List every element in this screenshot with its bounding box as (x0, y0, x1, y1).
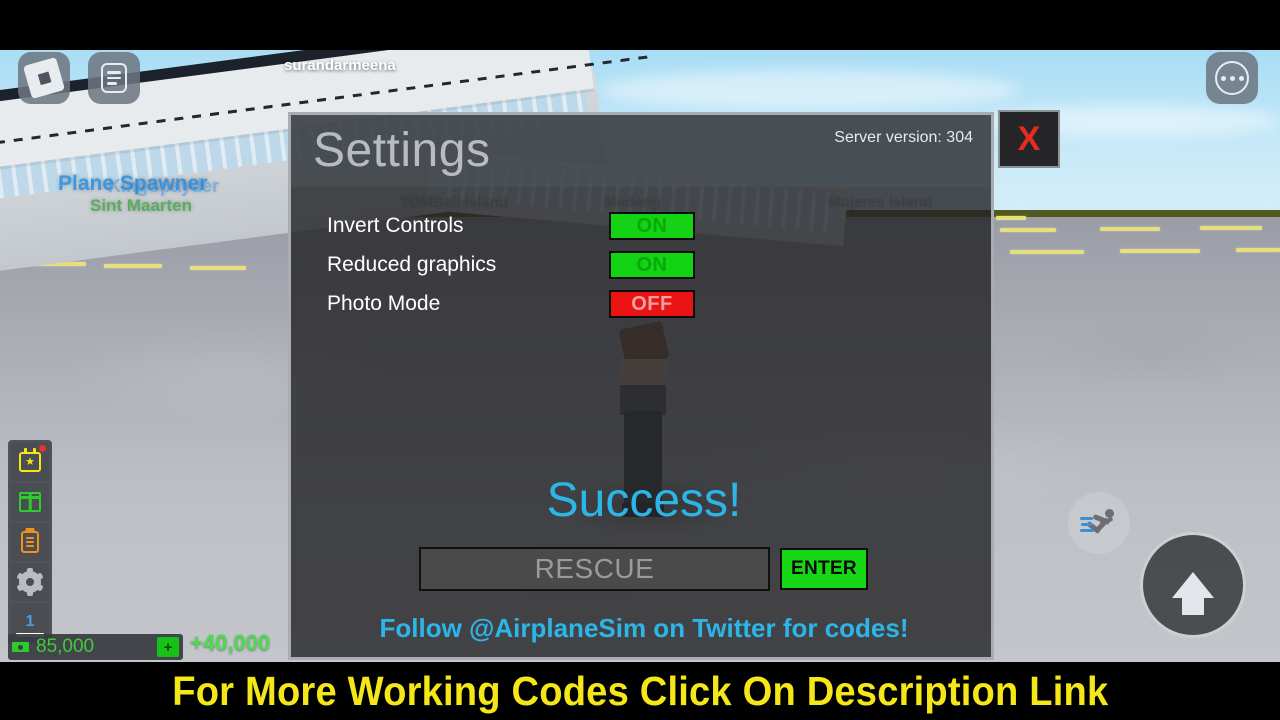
settings-row-invert-controls: Invert Controls ON (327, 207, 707, 245)
setting-label: Photo Mode (327, 292, 441, 315)
runway-marking (1236, 248, 1280, 252)
code-input-placeholder: RESCUE (534, 553, 655, 584)
settings-title: Settings (313, 124, 491, 177)
overlay-banner-text: For More Working Codes Click On Descript… (171, 667, 1109, 714)
hud-button-inventory[interactable] (11, 483, 49, 521)
code-status-message: Success! (546, 474, 742, 527)
doc-line (107, 82, 117, 85)
runway-marking (1010, 250, 1084, 254)
hud-button-missions[interactable] (11, 523, 49, 561)
doc-line (107, 71, 121, 74)
world-label-kingspayder: KingSpayder (108, 176, 220, 196)
dot (1238, 75, 1244, 81)
notification-badge (39, 445, 46, 452)
follow-twitter-text: Follow @AirplaneSim on Twitter for codes… (379, 613, 909, 643)
letterbox-top (0, 0, 1280, 50)
toggle-reduced-graphics[interactable]: ON (609, 251, 695, 279)
hud-button-daily-rewards[interactable]: ★ (11, 443, 49, 481)
clip-line (26, 545, 34, 547)
server-version-label: Server version: 304 (834, 129, 973, 146)
close-settings-button[interactable]: X (998, 110, 1060, 168)
code-input-field[interactable]: RESCUE (419, 547, 770, 591)
cloud (600, 70, 1020, 110)
cash-icon (12, 642, 29, 652)
jump-arrow-up-icon (1172, 572, 1214, 615)
roblox-logo-button[interactable] (18, 52, 70, 104)
box-vline (28, 492, 32, 512)
runway-marking (190, 266, 246, 270)
toggle-photo-mode[interactable]: OFF (609, 290, 695, 318)
player-username: surandarmeena (284, 57, 396, 74)
world-label-sint-maarten: Sint Maarten (90, 196, 193, 215)
clip-line (26, 541, 34, 543)
more-dots-icon (1215, 61, 1249, 95)
speed-line (1080, 517, 1093, 520)
chat-document-icon (101, 63, 127, 93)
more-options-button[interactable] (1206, 52, 1258, 104)
settings-rows: Invert Controls ON Reduced graphics ON P… (327, 207, 707, 324)
clipboard-icon (21, 531, 39, 553)
runway-marking (1000, 228, 1056, 232)
settings-panel: Settings Server version: 304 Invert Cont… (288, 112, 994, 660)
close-icon: X (1017, 120, 1041, 158)
settings-row-reduced-graphics: Reduced graphics ON (327, 246, 707, 284)
roblox-logo-icon (22, 56, 66, 100)
dot (1220, 75, 1226, 81)
toggle-invert-controls[interactable]: ON (609, 212, 695, 240)
package-box-icon (19, 492, 41, 512)
buy-currency-button[interactable]: + (157, 637, 179, 657)
setting-label: Invert Controls (327, 214, 464, 237)
chat-menu-button[interactable] (88, 52, 140, 104)
runway-marking (1120, 249, 1200, 253)
settings-row-photo-mode: Photo Mode OFF (327, 285, 707, 323)
sprint-run-icon (1080, 508, 1118, 538)
runway-marking (1100, 227, 1160, 231)
calendar-star-icon: ★ (19, 448, 41, 472)
runway-marking (996, 216, 1026, 220)
enter-code-button[interactable]: ENTER (780, 548, 868, 590)
dot (1229, 75, 1235, 81)
gear-hole (26, 578, 34, 586)
hotbar-slot-label: 1 (25, 613, 35, 630)
hud-icon-column: ★ 1 (8, 440, 52, 644)
settings-panel-header: Settings Server version: 304 (291, 115, 991, 187)
jump-button[interactable] (1140, 532, 1246, 638)
runway-marking (1200, 226, 1262, 230)
doc-line (107, 76, 121, 80)
star-glyph: ★ (25, 455, 35, 468)
runway-marking (104, 264, 162, 268)
roblox-logo-hole (37, 71, 51, 85)
overlay-banner: For More Working Codes Click On Descript… (0, 662, 1280, 720)
code-redeem-row: RESCUE ENTER (419, 547, 868, 591)
speed-line (1080, 529, 1094, 532)
box-hline (19, 496, 41, 499)
setting-label: Reduced graphics (327, 253, 497, 276)
clip-line (26, 537, 34, 539)
hud-button-settings[interactable] (11, 563, 49, 601)
currency-amount: 85,000 (36, 636, 95, 657)
gear-icon (16, 568, 44, 596)
speed-line (1081, 523, 1092, 526)
game-screen: Plane Spawner KingSpayder Sint Maarten T… (0, 0, 1280, 720)
currency-bar: 85,000 + (8, 634, 183, 660)
currency-gain-text: +40,000 (190, 630, 271, 655)
sprint-button[interactable] (1068, 492, 1130, 554)
